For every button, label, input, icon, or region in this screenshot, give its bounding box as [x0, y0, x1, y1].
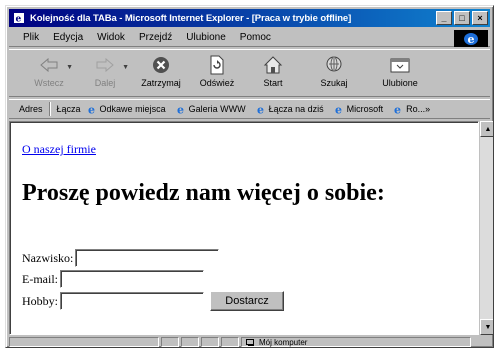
link-best-sites[interactable]: e Odkawe miejsca [87, 104, 166, 115]
svg-text:e: e [16, 15, 22, 25]
favorites-button[interactable]: Ulubione [367, 54, 433, 88]
link-label: Galeria WWW [188, 104, 246, 114]
refresh-button[interactable]: Odśwież [189, 54, 245, 88]
home-button[interactable]: Start [245, 54, 301, 88]
forward-label: Dalej [94, 78, 116, 88]
menu-file[interactable]: Plik [23, 32, 39, 43]
menu-bar: Plik Edycja Widok Przejdź Ulubione Pomoc… [9, 29, 490, 47]
menu-help[interactable]: Pomoc [240, 32, 271, 43]
chevron-down-icon[interactable]: ▼ [66, 64, 73, 71]
browser-window: e Kolejność dla TABa - Microsoft Interne… [5, 5, 494, 348]
submit-button[interactable]: Dostarcz [210, 291, 284, 311]
refresh-label: Odśwież [199, 78, 235, 88]
close-button[interactable]: × [472, 11, 488, 25]
chevron-down-icon[interactable]: ▼ [122, 64, 129, 71]
stop-label: Zatrzymaj [141, 78, 181, 88]
surname-label: Nazwisko: [22, 250, 74, 265]
form-row-hobby: Hobby: Dostarcz [22, 291, 284, 311]
status-text-cell [9, 337, 159, 347]
minimize-button[interactable]: _ [436, 11, 452, 25]
svg-text:e: e [335, 104, 342, 115]
link-todays-links[interactable]: e Łącza na dziś [256, 104, 324, 115]
page-viewport: O naszej firmie Proszę powiedz nam więce… [9, 121, 479, 335]
vertical-scrollbar[interactable]: ▲ ▼ [480, 121, 493, 335]
svg-text:e: e [177, 104, 184, 115]
stop-icon [149, 54, 173, 76]
stop-button[interactable]: Zatrzymaj [133, 54, 189, 88]
svg-text:e: e [468, 33, 475, 46]
favorites-label: Ulubione [382, 78, 418, 88]
menu-view[interactable]: Widok [97, 32, 125, 43]
search-button[interactable]: Szukaj [301, 54, 367, 88]
about-company-link[interactable]: O naszej firmie [22, 142, 96, 157]
forward-button[interactable]: Dalej ▼ [77, 54, 133, 88]
link-label: Microsoft [346, 104, 384, 114]
link-more[interactable]: e Ro... » [393, 104, 430, 115]
search-label: Szukaj [320, 78, 348, 88]
ie-link-icon: e [335, 104, 342, 115]
title-bar[interactable]: e Kolejność dla TABa - Microsoft Interne… [9, 9, 490, 27]
menu-edit[interactable]: Edycja [53, 32, 83, 43]
email-input[interactable] [60, 270, 204, 288]
surname-input[interactable] [75, 249, 220, 267]
page-heading: Proszę powiedz nam więcej o sobie: [22, 180, 385, 206]
svg-text:e: e [257, 104, 264, 115]
menu-go[interactable]: Przejdź [139, 32, 172, 43]
status-bar: Mój komputer [9, 337, 490, 347]
home-icon [261, 54, 285, 76]
ie-link-icon: e [177, 104, 184, 115]
scroll-up-icon[interactable]: ▲ [480, 121, 493, 137]
link-web-gallery[interactable]: e Galeria WWW [176, 104, 246, 115]
hobby-label: Hobby: [22, 293, 58, 308]
link-microsoft[interactable]: e Microsoft [334, 104, 384, 115]
links-bar: Adres Łącza e Odkawe miejsca e Galeria W… [9, 99, 490, 119]
back-label: Wstecz [34, 78, 64, 88]
security-zone: Mój komputer [241, 337, 471, 347]
home-label: Start [263, 78, 283, 88]
forward-arrow-icon [93, 54, 117, 76]
ie-link-icon: e [257, 104, 264, 115]
computer-icon [246, 338, 254, 346]
email-label: E-mail: [22, 271, 58, 286]
hobby-input[interactable] [60, 292, 204, 310]
standard-toolbar: Wstecz ▼ Dalej ▼ Zatrzymaj Odśwież Start… [9, 49, 490, 97]
back-arrow-icon [37, 54, 61, 76]
form-row-surname: Nazwisko: [22, 249, 220, 267]
ie-page-icon: e [12, 11, 26, 25]
divider [48, 102, 51, 116]
status-cell [201, 337, 219, 347]
window-title: Kolejność dla TABa - Microsoft Internet … [30, 12, 352, 24]
svg-text:e: e [394, 104, 401, 115]
links-label: Łącza [56, 104, 81, 114]
scroll-down-icon[interactable]: ▼ [480, 319, 493, 335]
chevron-right-icon[interactable]: » [425, 104, 430, 114]
menu-favorites[interactable]: Ulubione [186, 32, 225, 43]
status-cell [181, 337, 199, 347]
refresh-icon [205, 54, 229, 76]
ie-link-icon: e [394, 104, 401, 115]
link-label: Ro... [406, 104, 426, 114]
back-button[interactable]: Wstecz ▼ [21, 54, 77, 88]
form-row-email: E-mail: [22, 270, 204, 288]
ie-link-icon: e [88, 104, 95, 115]
address-label[interactable]: Adres [19, 104, 43, 114]
status-cell [221, 337, 239, 347]
link-label: Odkawe miejsca [99, 104, 166, 114]
search-icon [322, 54, 346, 76]
svg-text:e: e [88, 104, 95, 115]
status-cell [161, 337, 179, 347]
zone-label: Mój komputer [259, 337, 308, 347]
ie-throbber-logo-icon: e [454, 30, 488, 47]
link-label: Łącza na dziś [268, 104, 324, 114]
favorites-icon [388, 54, 412, 76]
maximize-button[interactable]: □ [454, 11, 470, 25]
